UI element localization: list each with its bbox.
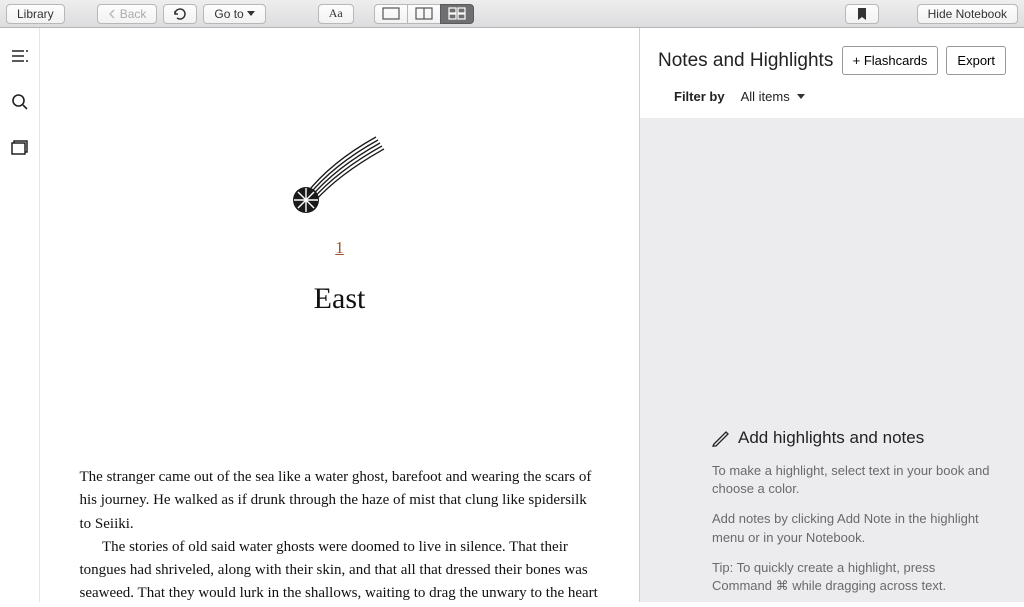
notebook-empty-state: Add highlights and notes To make a highl… [640, 118, 1024, 602]
empty-state-help: Tip: To quickly create a highlight, pres… [712, 559, 994, 595]
left-rail [0, 28, 40, 602]
refresh-button[interactable] [163, 4, 197, 24]
back-label: Back [120, 7, 147, 21]
goto-button[interactable]: Go to [203, 4, 265, 24]
chevron-down-icon [797, 94, 805, 99]
bookmark-button[interactable] [845, 4, 879, 24]
pencil-icon [712, 429, 730, 447]
paragraph: The stories of old said water ghosts wer… [80, 536, 600, 602]
empty-state-title: Add highlights and notes [738, 428, 924, 448]
notebook-title: Notes and Highlights [658, 50, 833, 72]
flashcards-button[interactable]: + Flashcards [842, 46, 939, 75]
chevron-down-icon [247, 11, 255, 16]
filter-dropdown[interactable]: All items [741, 89, 805, 104]
toc-icon[interactable] [10, 46, 30, 66]
body-text: The stranger came out of the sea like a … [80, 466, 600, 602]
paragraph: The stranger came out of the sea like a … [80, 466, 600, 536]
library-button[interactable]: Library [6, 4, 65, 24]
back-button[interactable]: Back [97, 4, 158, 24]
hide-notebook-button[interactable]: Hide Notebook [917, 4, 1018, 24]
chapter-number: 1 [80, 238, 600, 258]
bookmark-icon [857, 7, 867, 21]
search-icon[interactable] [10, 92, 30, 112]
empty-state-help: To make a highlight, select text in your… [712, 462, 994, 498]
filter-label: Filter by [674, 89, 725, 104]
font-settings-button[interactable]: Aa [318, 4, 354, 24]
page-content: 1 East The stranger came out of the sea … [80, 128, 600, 602]
notebook-icon[interactable] [10, 138, 30, 158]
notebook-panel: Notes and Highlights + Flashcards Export… [639, 28, 1024, 602]
top-toolbar: Library Back Go to Aa Hide Notebook [0, 0, 1024, 28]
layout-single-button[interactable] [374, 4, 408, 24]
chapter-title: East [80, 282, 600, 316]
layout-double-button[interactable] [407, 4, 441, 24]
layout-segmented-control [374, 4, 474, 24]
chapter-ornament [80, 128, 600, 218]
export-button[interactable]: Export [946, 46, 1006, 75]
layout-scroll-button[interactable] [440, 4, 474, 24]
empty-state-help: Add notes by clicking Add Note in the hi… [712, 510, 994, 546]
reader-area: 1 East The stranger came out of the sea … [40, 28, 639, 602]
